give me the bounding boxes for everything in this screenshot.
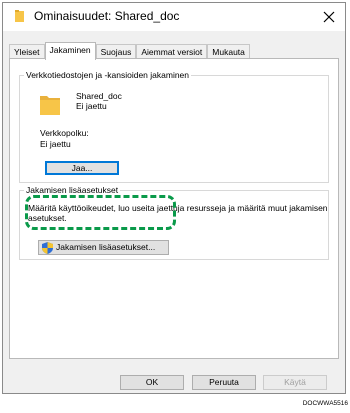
tab-strip: Yleiset Jakaminen Suojaus Aiemmat versio… <box>9 42 250 60</box>
apply-button[interactable]: Käytä <box>263 375 327 390</box>
callout-highlight <box>25 195 176 230</box>
advanced-sharing-button-label: Jakamisen lisäasetukset... <box>56 242 156 252</box>
title-bar: Ominaisuudet: Shared_doc <box>3 3 345 31</box>
shield-icon <box>42 242 53 254</box>
network-sharing-group: Verkkotiedostojen ja -kansioiden jakamin… <box>19 70 329 183</box>
network-path-label: Verkkopolku: <box>40 128 89 138</box>
tab-sharing[interactable]: Jakaminen <box>44 42 96 60</box>
share-button[interactable]: Jaa... <box>45 161 119 175</box>
network-path-value: Ei jaettu <box>40 139 71 149</box>
tab-previous-versions[interactable]: Aiemmat versiot <box>136 44 208 59</box>
cancel-button[interactable]: Peruuta <box>192 375 256 390</box>
ok-button[interactable]: OK <box>120 375 184 390</box>
tab-security[interactable]: Suojaus <box>95 44 137 59</box>
folder-share-status: Ei jaettu <box>76 101 107 111</box>
close-icon[interactable] <box>321 9 337 25</box>
window-title: Ominaisuudet: Shared_doc <box>34 9 180 23</box>
tab-general[interactable]: Yleiset <box>9 44 45 59</box>
network-sharing-group-title: Verkkotiedostojen ja -kansioiden jakamin… <box>24 70 192 81</box>
advanced-sharing-button[interactable]: Jakamisen lisäasetukset... <box>38 240 169 255</box>
folder-icon <box>15 10 24 22</box>
tab-customize[interactable]: Mukauta <box>207 44 250 59</box>
figure-code: DOCWWA5516 <box>302 400 348 407</box>
folder-icon <box>40 96 60 115</box>
